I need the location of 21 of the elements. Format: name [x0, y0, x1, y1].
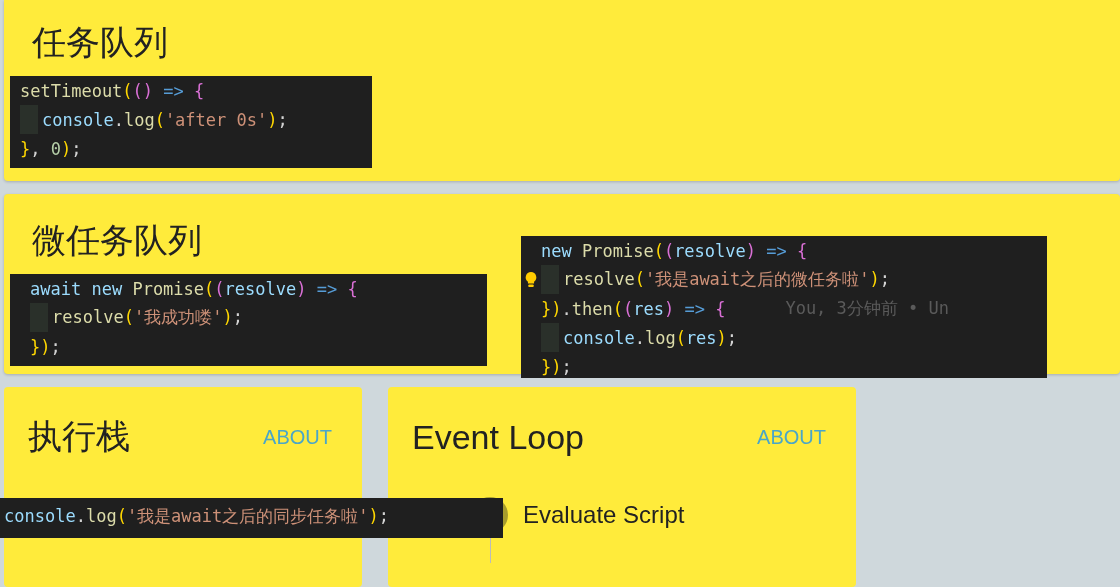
- code-line: }, 0);: [20, 138, 82, 159]
- card-title: 微任务队列: [32, 220, 203, 261]
- code-line: resolve('我成功喽');: [52, 306, 243, 329]
- code-line: new Promise((resolve) => {: [541, 240, 808, 261]
- about-link[interactable]: ABOUT: [757, 425, 826, 449]
- card-title: 执行栈: [28, 416, 130, 457]
- code-line: console.log(res);: [563, 327, 738, 348]
- card-title: 任务队列: [32, 22, 169, 63]
- code-line: setTimeout(() => {: [20, 80, 205, 101]
- code-line: }).then((res) => {: [541, 298, 726, 319]
- card-title: Event Loop: [412, 417, 585, 457]
- step-label: Evaluate Script: [523, 501, 685, 529]
- code-line: await new Promise((resolve) => {: [30, 278, 358, 299]
- about-link[interactable]: ABOUT: [263, 425, 332, 449]
- code-line: resolve('我是await之后的微任务啦');: [563, 268, 891, 291]
- code-line: console.log('我是await之后的同步任务啦');: [4, 505, 390, 528]
- blame-annotation: You, 3分钟前 • Un: [785, 297, 949, 320]
- code-line: });: [30, 336, 61, 357]
- code-line: });: [541, 356, 572, 377]
- code-line: console.log('after 0s');: [42, 109, 288, 130]
- lightbulb-icon[interactable]: [524, 270, 538, 289]
